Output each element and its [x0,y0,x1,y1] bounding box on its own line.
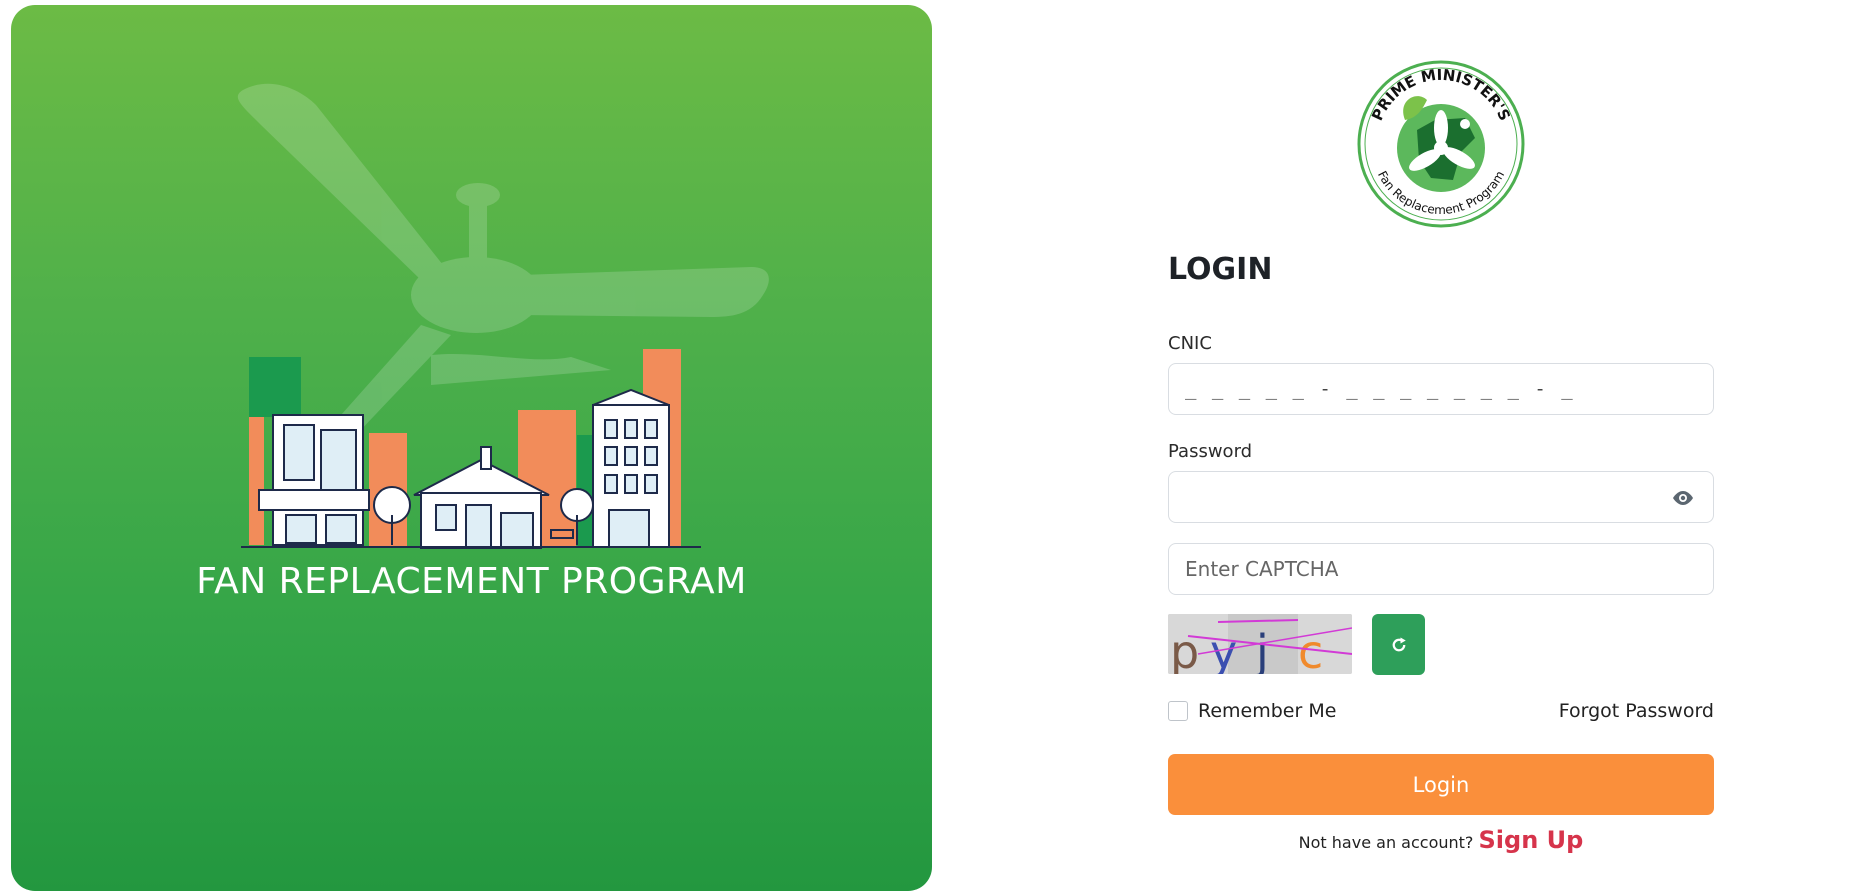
login-form: PRIME MINISTER'S Fan Replacement Program… [1168,0,1714,891]
password-field[interactable] [1168,471,1714,523]
remember-me-checkbox[interactable] [1168,701,1188,721]
hero-illustration [237,83,769,549]
cnic-label: CNIC [1168,333,1212,354]
buildings-illustration [258,388,670,549]
captcha-graphic: p y j c [1168,614,1352,674]
cnic-input[interactable]: _ _ _ _ _ - _ _ _ _ _ _ _ - _ [1185,378,1575,400]
cnic-field[interactable]: _ _ _ _ _ - _ _ _ _ _ _ _ - _ [1168,363,1714,415]
ceiling-fan-icon [237,83,769,437]
eye-icon[interactable] [1671,486,1695,510]
program-logo: PRIME MINISTER'S Fan Replacement Program [1357,60,1525,228]
captcha-input[interactable] [1185,544,1697,594]
login-heading: LOGIN [1168,252,1273,287]
forgot-password-link[interactable]: Forgot Password [1559,700,1714,722]
password-label: Password [1168,441,1253,462]
refresh-captcha-button[interactable] [1372,614,1425,675]
hero-panel: FAN REPLACEMENT PROGRAM [11,5,932,891]
login-button[interactable]: Login [1168,754,1714,815]
signup-row: Not have an account? Sign Up [1168,826,1714,854]
captcha-char-3: j [1255,625,1269,674]
password-input[interactable] [1185,472,1697,522]
captcha-char-1: p [1170,625,1199,674]
captcha-field[interactable] [1168,543,1714,595]
hero-title: FAN REPLACEMENT PROGRAM [196,561,747,602]
refresh-icon [1392,637,1406,651]
remember-me-label[interactable]: Remember Me [1198,700,1336,722]
signup-prompt: Not have an account? [1298,833,1474,852]
signup-link[interactable]: Sign Up [1479,826,1584,854]
captcha-image: p y j c [1168,614,1352,674]
